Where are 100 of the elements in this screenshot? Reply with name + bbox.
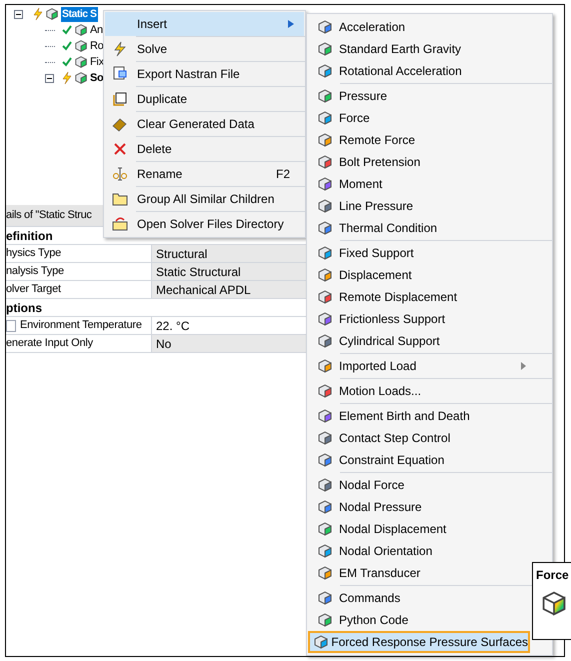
property-label: Environment Temperature bbox=[20, 318, 142, 334]
cube-icon bbox=[316, 408, 332, 424]
cube-icon bbox=[316, 63, 332, 79]
cube-icon bbox=[316, 590, 332, 606]
document-icon bbox=[112, 66, 128, 82]
property-label: olver Target bbox=[6, 282, 61, 298]
cube-icon bbox=[316, 499, 332, 515]
cube-icon bbox=[316, 198, 332, 214]
menu-item[interactable]: Export Nastran File bbox=[105, 62, 304, 86]
cube-icon bbox=[316, 176, 332, 192]
menu-item[interactable]: Group All Similar Children bbox=[105, 187, 304, 211]
property-label: enerate Input Only bbox=[6, 336, 93, 352]
menu-item[interactable]: Moment bbox=[308, 173, 530, 195]
menu-item[interactable]: Imported Load bbox=[308, 355, 530, 377]
details-title: ails of "Static Struc bbox=[6, 208, 92, 224]
menu-item[interactable]: Duplicate bbox=[105, 87, 304, 111]
cube-icon bbox=[316, 110, 332, 126]
cube-icon bbox=[316, 154, 332, 170]
cube-icon bbox=[316, 19, 332, 35]
tooltip-title: Force bbox=[536, 567, 570, 584]
property-value-cell[interactable]: Mechanical APDL bbox=[152, 281, 307, 298]
checkbox[interactable] bbox=[6, 320, 16, 332]
group-label: efinition bbox=[6, 228, 53, 244]
cube-icon bbox=[316, 521, 332, 537]
close-icon bbox=[112, 141, 128, 157]
tree-item[interactable]: Fix bbox=[90, 54, 104, 70]
cube-icon bbox=[312, 634, 329, 650]
property-value-cell[interactable]: Structural bbox=[152, 245, 307, 262]
menu-item[interactable]: Element Birth and Death bbox=[308, 405, 530, 427]
cube-icon bbox=[316, 289, 332, 305]
property-value-cell[interactable]: Static Structural bbox=[152, 263, 307, 280]
menu-item[interactable]: Rename F2 bbox=[105, 162, 304, 186]
menu-item[interactable]: Commands bbox=[308, 587, 530, 609]
tree-item[interactable]: So bbox=[90, 70, 104, 86]
menu-item[interactable]: Line Pressure bbox=[308, 195, 530, 217]
tree-node-icon bbox=[74, 39, 88, 53]
menu-item[interactable]: Remote Displacement bbox=[308, 286, 530, 308]
menu-item[interactable]: Clear Generated Data bbox=[105, 112, 304, 136]
menu-item[interactable]: Displacement bbox=[308, 264, 530, 286]
menu-item[interactable]: Python Code bbox=[308, 609, 530, 631]
cube-icon bbox=[316, 132, 332, 148]
menu-item[interactable]: Thermal Condition bbox=[308, 217, 530, 239]
menu-item[interactable]: Contact Step Control bbox=[308, 427, 530, 449]
tree-node-icon bbox=[74, 55, 88, 69]
collapse-icon[interactable] bbox=[45, 74, 54, 82]
menu-item[interactable]: Fixed Support bbox=[308, 242, 530, 264]
property-value-cell[interactable]: No bbox=[152, 335, 307, 352]
property-label: nalysis Type bbox=[6, 264, 64, 280]
cube-icon bbox=[316, 311, 332, 327]
menu-item[interactable]: Solve bbox=[105, 37, 304, 61]
menu-item[interactable]: Motion Loads... bbox=[308, 380, 530, 402]
menu-item[interactable]: Forced Response Pressure Surfaces bbox=[308, 631, 530, 653]
menu-item[interactable]: Force bbox=[308, 107, 530, 129]
eraser-icon bbox=[112, 116, 128, 132]
cube-icon bbox=[316, 430, 332, 446]
cube-icon bbox=[316, 245, 332, 261]
collapse-icon[interactable] bbox=[14, 10, 23, 18]
text-cursor-icon bbox=[112, 166, 128, 182]
menu-item[interactable]: Standard Earth Gravity bbox=[308, 38, 530, 60]
tree-node-icon bbox=[74, 71, 88, 85]
menu-item[interactable]: Delete bbox=[105, 137, 304, 161]
cube-icon bbox=[316, 543, 332, 559]
menu-item[interactable]: Nodal Pressure bbox=[308, 496, 530, 518]
menu-item[interactable]: Bolt Pretension bbox=[308, 151, 530, 173]
menu-item[interactable]: Open Solver Files Directory bbox=[105, 212, 304, 236]
menu-item[interactable]: Acceleration bbox=[308, 16, 530, 38]
group-label: ptions bbox=[6, 300, 42, 316]
tree-item[interactable]: Ro bbox=[90, 38, 104, 54]
lightning-icon bbox=[112, 41, 128, 57]
cube-icon bbox=[316, 41, 332, 57]
property-label: hysics Type bbox=[6, 246, 62, 262]
menu-item[interactable]: Constraint Equation bbox=[308, 449, 530, 471]
tree-item[interactable]: Static S bbox=[61, 6, 98, 22]
cube-icon bbox=[316, 452, 332, 468]
menu-item[interactable]: Frictionless Support bbox=[308, 308, 530, 330]
cube-icon bbox=[316, 477, 332, 493]
menu-item[interactable]: EM Transducer bbox=[308, 562, 530, 584]
menu-item[interactable]: Nodal Displacement bbox=[308, 518, 530, 540]
menu-item[interactable]: Nodal Orientation bbox=[308, 540, 530, 562]
cube-icon bbox=[316, 333, 332, 349]
tree-item[interactable]: An bbox=[90, 22, 103, 38]
folder-icon bbox=[112, 216, 128, 232]
cube-icon bbox=[316, 612, 332, 628]
menu-item[interactable]: Nodal Force bbox=[308, 474, 530, 496]
cube-icon bbox=[541, 590, 567, 616]
folder-icon bbox=[112, 191, 128, 207]
cube-icon bbox=[316, 220, 332, 236]
menu-item[interactable]: Pressure bbox=[308, 85, 530, 107]
tree-node-icon bbox=[74, 23, 88, 37]
cube-icon bbox=[316, 267, 332, 283]
cube-icon bbox=[316, 358, 332, 374]
cube-icon bbox=[316, 88, 332, 104]
cube-icon bbox=[316, 383, 332, 399]
menu-item[interactable]: Rotational Acceleration bbox=[308, 60, 530, 82]
menu-item[interactable]: Cylindrical Support bbox=[308, 330, 530, 352]
cube-icon bbox=[316, 565, 332, 581]
menu-item[interactable]: Remote Force bbox=[308, 129, 530, 151]
tree-node-icon bbox=[45, 7, 59, 21]
duplicate-icon bbox=[112, 91, 128, 107]
menu-item[interactable]: Insert bbox=[105, 12, 304, 36]
